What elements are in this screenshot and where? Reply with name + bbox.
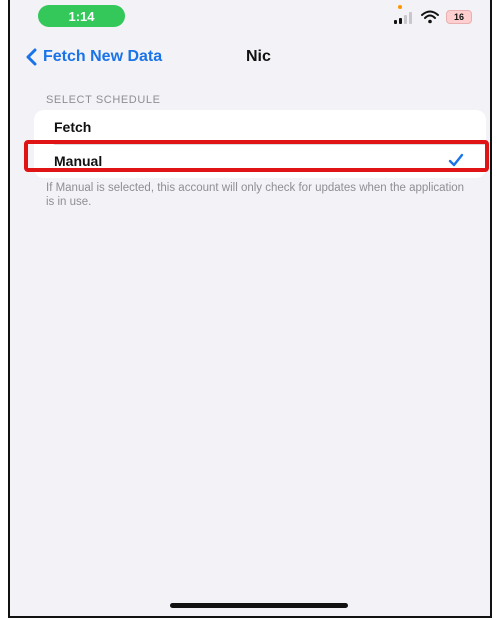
option-fetch[interactable]: Fetch: [34, 110, 486, 144]
back-button-label: Fetch New Data: [43, 48, 163, 65]
option-fetch-label: Fetch: [54, 119, 92, 135]
schedule-options: Fetch Manual: [34, 110, 486, 178]
signal-icon: [394, 5, 414, 24]
checkmark-icon: [448, 153, 464, 167]
back-button[interactable]: Fetch New Data: [26, 42, 162, 72]
section-header: SELECT SCHEDULE: [46, 94, 161, 106]
chevron-left-icon: [26, 48, 37, 66]
navigation-bar: Fetch New Data Nic: [10, 42, 490, 72]
status-time[interactable]: 1:14: [38, 5, 125, 27]
status-icons: 16: [394, 5, 472, 24]
page-title: Nic: [246, 48, 271, 65]
footer-note: If Manual is selected, this account will…: [46, 182, 465, 208]
battery-level: 16: [453, 12, 464, 22]
wifi-icon: [421, 10, 439, 24]
home-indicator[interactable]: [170, 603, 348, 608]
option-manual[interactable]: Manual: [34, 144, 486, 178]
phone-screen: 1:14 16 Fetch New Data Nic SELECT SCHEDU…: [8, 0, 492, 618]
option-manual-label: Manual: [54, 153, 103, 169]
battery-icon: 16: [446, 10, 472, 24]
status-time-label: 1:14: [68, 8, 95, 24]
